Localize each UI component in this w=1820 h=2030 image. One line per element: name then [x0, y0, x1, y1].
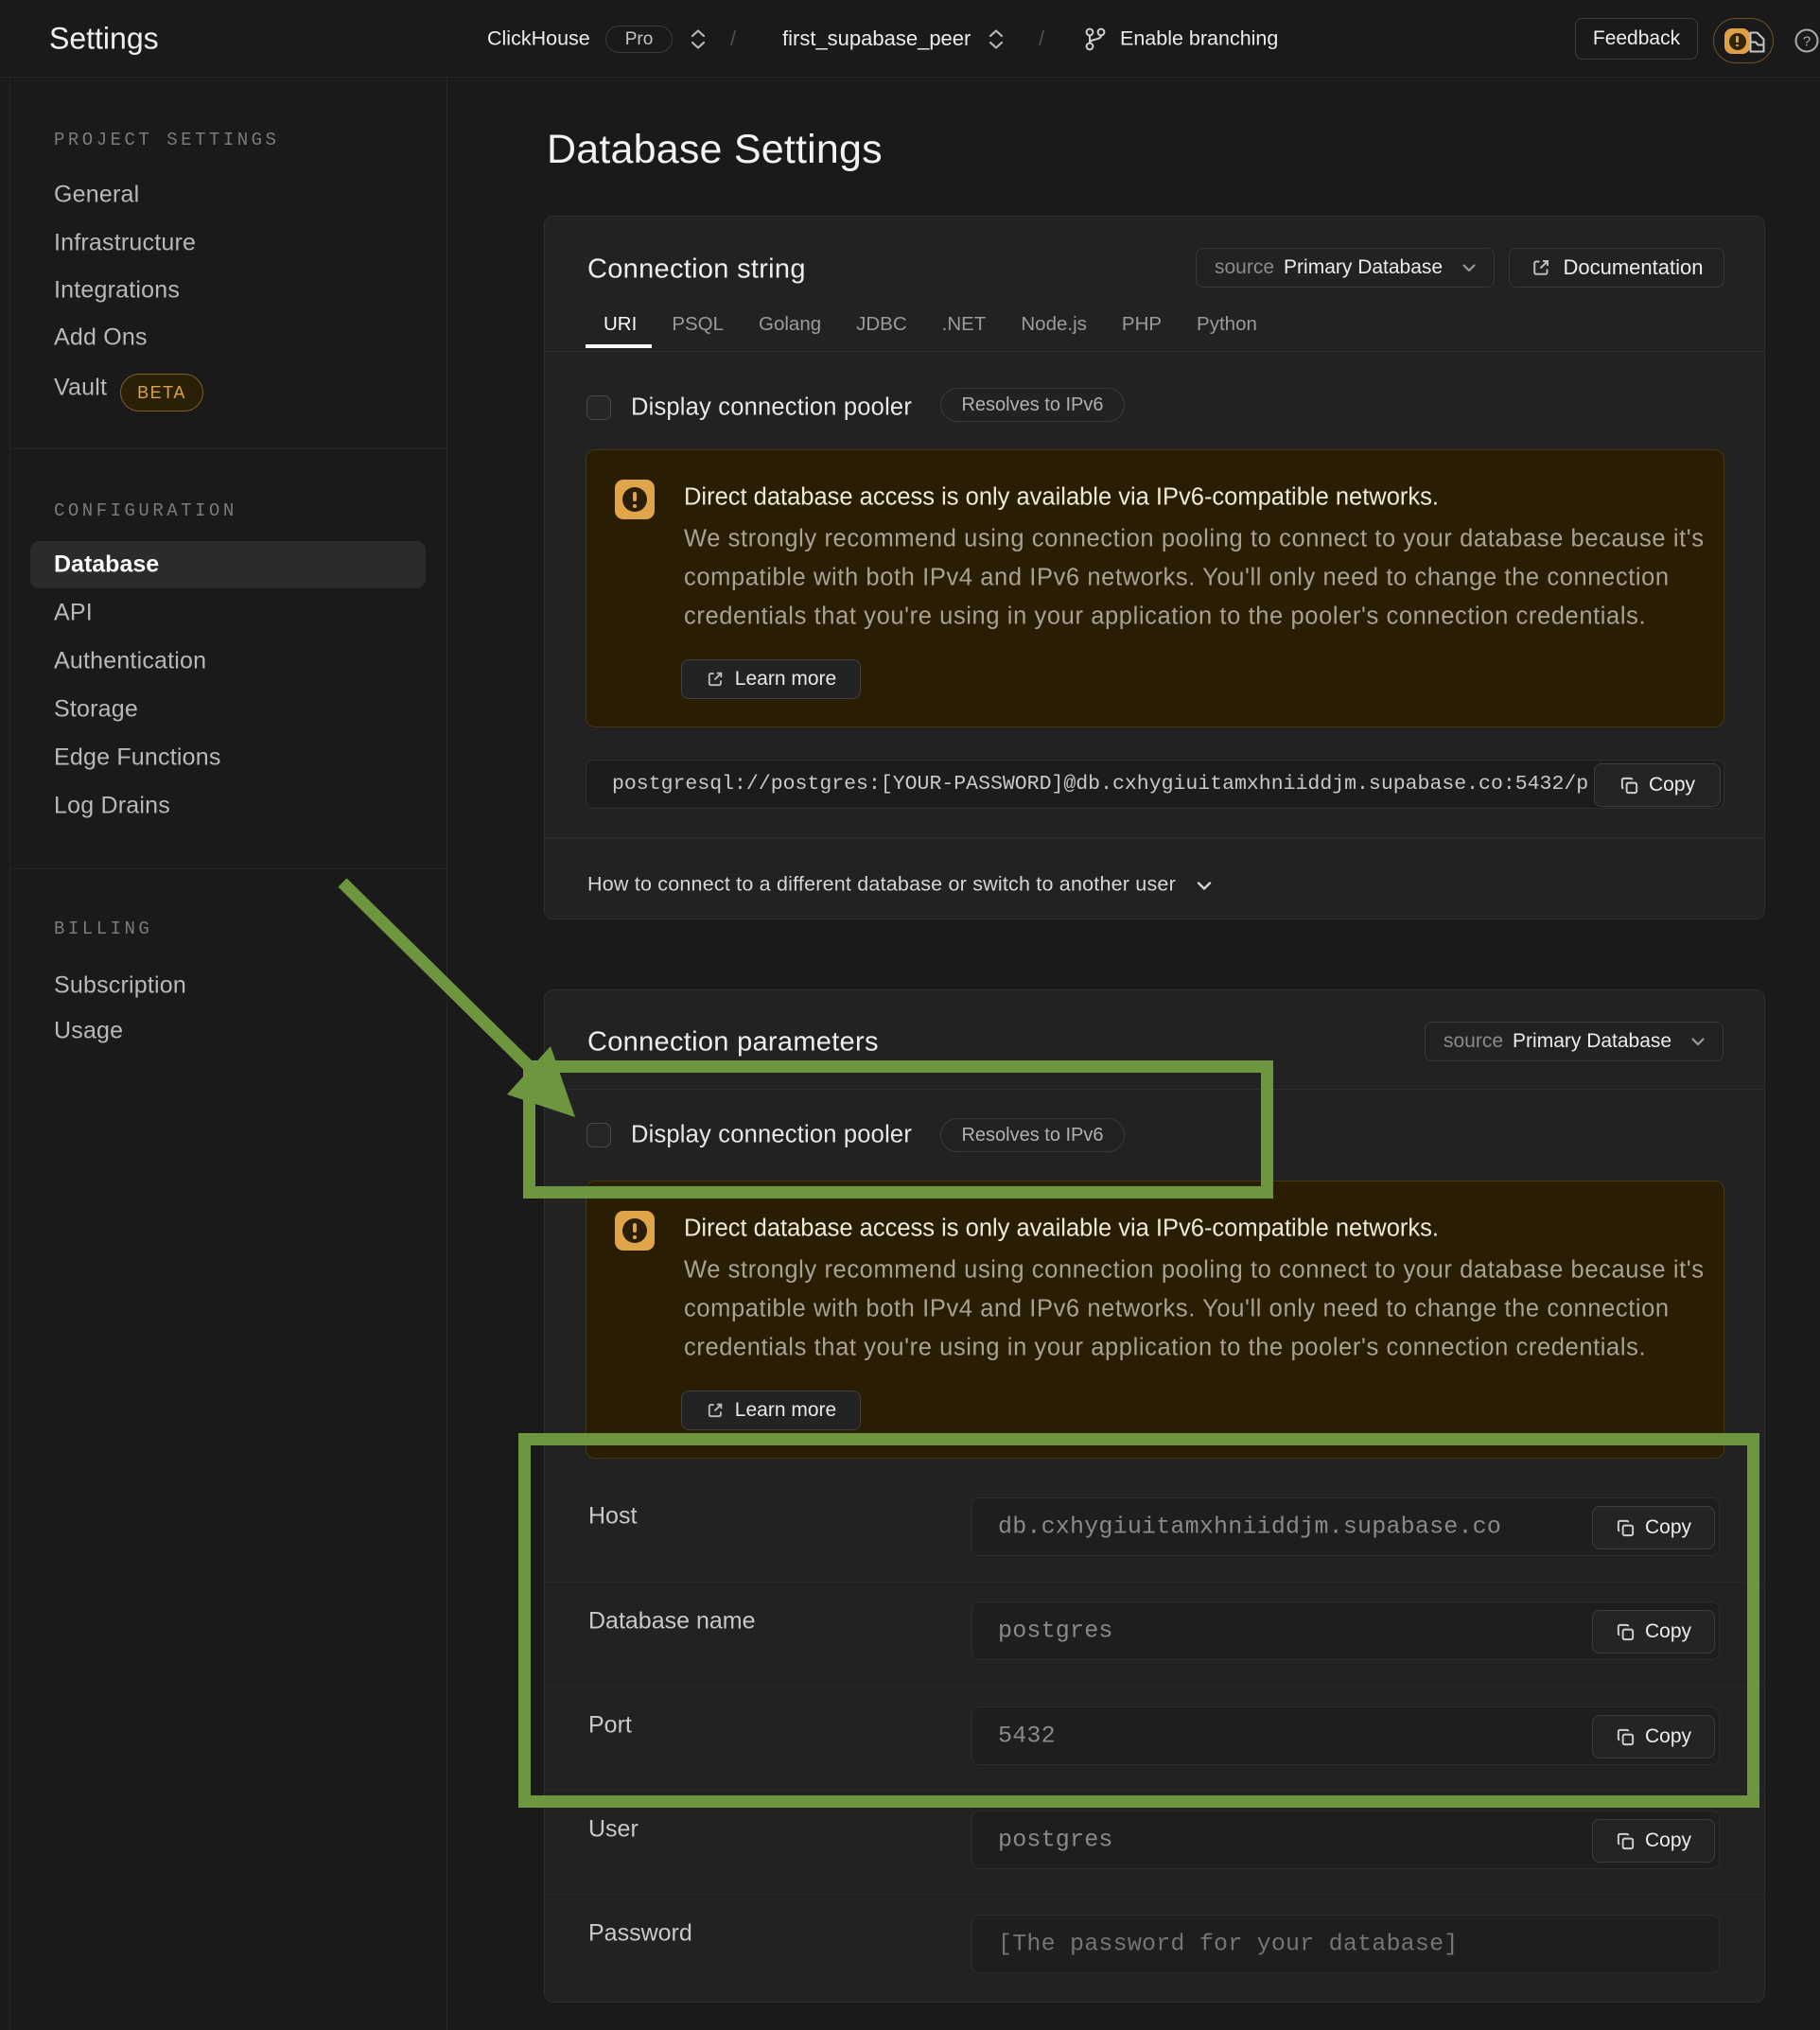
svg-text:?: ? — [1803, 34, 1811, 50]
